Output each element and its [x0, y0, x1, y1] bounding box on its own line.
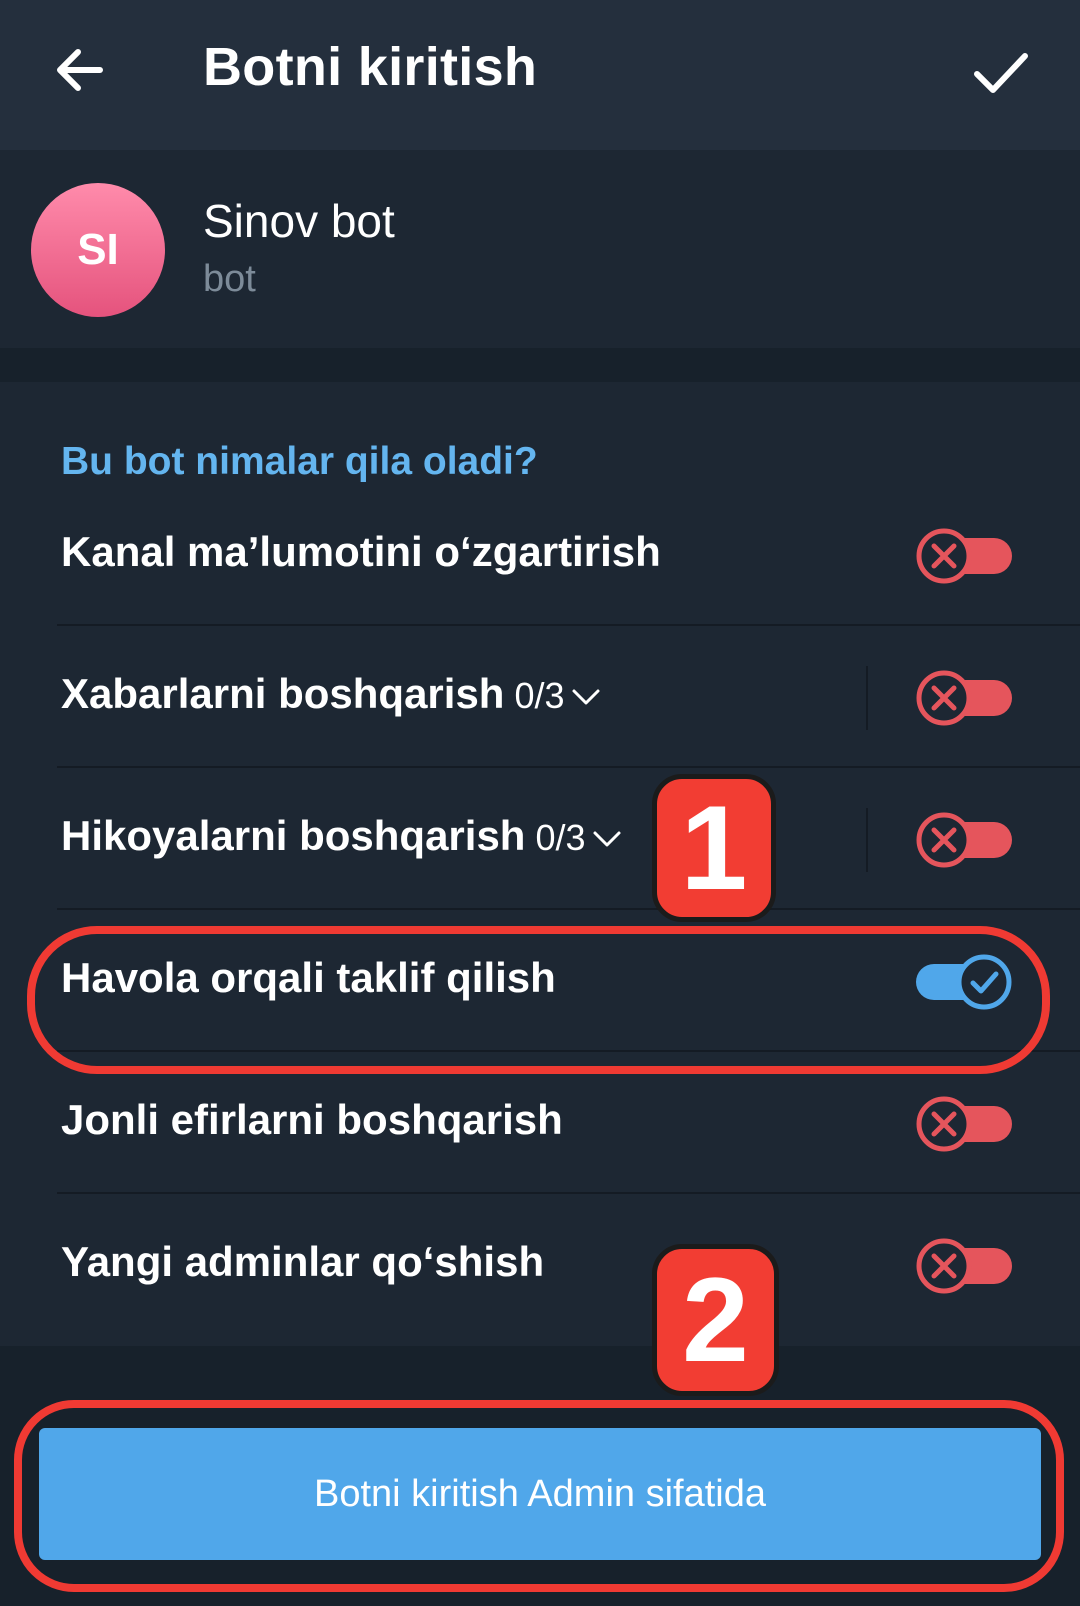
toggle-off-switch[interactable] [912, 808, 1016, 872]
toggle-off-switch[interactable] [912, 1234, 1016, 1298]
permission-label: Hikoyalarni boshqarish 0/3 [61, 812, 622, 860]
section-title: Bu bot nimalar qila oladi? [61, 440, 538, 483]
bot-profile: SI Sinov bot bot [0, 150, 1080, 348]
section-divider [0, 348, 1080, 382]
permission-row-add-new-admins[interactable]: Yangi adminlar qo‘shish [0, 1194, 1080, 1336]
permission-label: Jonli efirlarni boshqarish [61, 1096, 563, 1143]
done-button[interactable] [965, 38, 1035, 108]
permission-count: 0/3 [535, 817, 586, 858]
toggle-off-switch[interactable] [912, 666, 1016, 730]
step-badge-1: 1 [652, 774, 776, 922]
permission-row-manage-stories[interactable]: Hikoyalarni boshqarish 0/3 [0, 768, 1080, 910]
vertical-separator [866, 666, 868, 730]
bot-name: Sinov bot [203, 195, 395, 247]
vertical-separator [866, 808, 868, 872]
page-title: Botni kiritish [203, 37, 538, 97]
permission-row-change-channel-info[interactable]: Kanal ma’lumotini o‘zgartirish [0, 484, 1080, 626]
checkmark-icon [974, 53, 1028, 93]
toggle-off-switch[interactable] [912, 1092, 1016, 1156]
step-badge-2: 2 [652, 1244, 779, 1396]
permission-label: Yangi adminlar qo‘shish [61, 1238, 545, 1285]
chevron-down-icon[interactable] [592, 829, 622, 849]
arrow-left-icon [57, 49, 103, 91]
highlight-admin-button [14, 1400, 1064, 1592]
bot-status: bot [203, 258, 256, 300]
permission-label: Xabarlarni boshqarish 0/3 [61, 670, 601, 718]
chevron-down-icon[interactable] [571, 687, 601, 707]
highlight-invite-row [27, 926, 1050, 1074]
permission-label: Kanal ma’lumotini o‘zgartirish [61, 528, 661, 575]
permission-count: 0/3 [514, 675, 565, 716]
permissions-section: Bu bot nimalar qila oladi? Kanal ma’lumo… [0, 382, 1080, 1346]
avatar: SI [31, 183, 165, 317]
toggle-off-switch[interactable] [912, 524, 1016, 588]
permission-row-manage-messages[interactable]: Xabarlarni boshqarish 0/3 [0, 626, 1080, 768]
back-button[interactable] [48, 38, 112, 102]
top-app-bar: Botni kiritish [0, 0, 1080, 150]
